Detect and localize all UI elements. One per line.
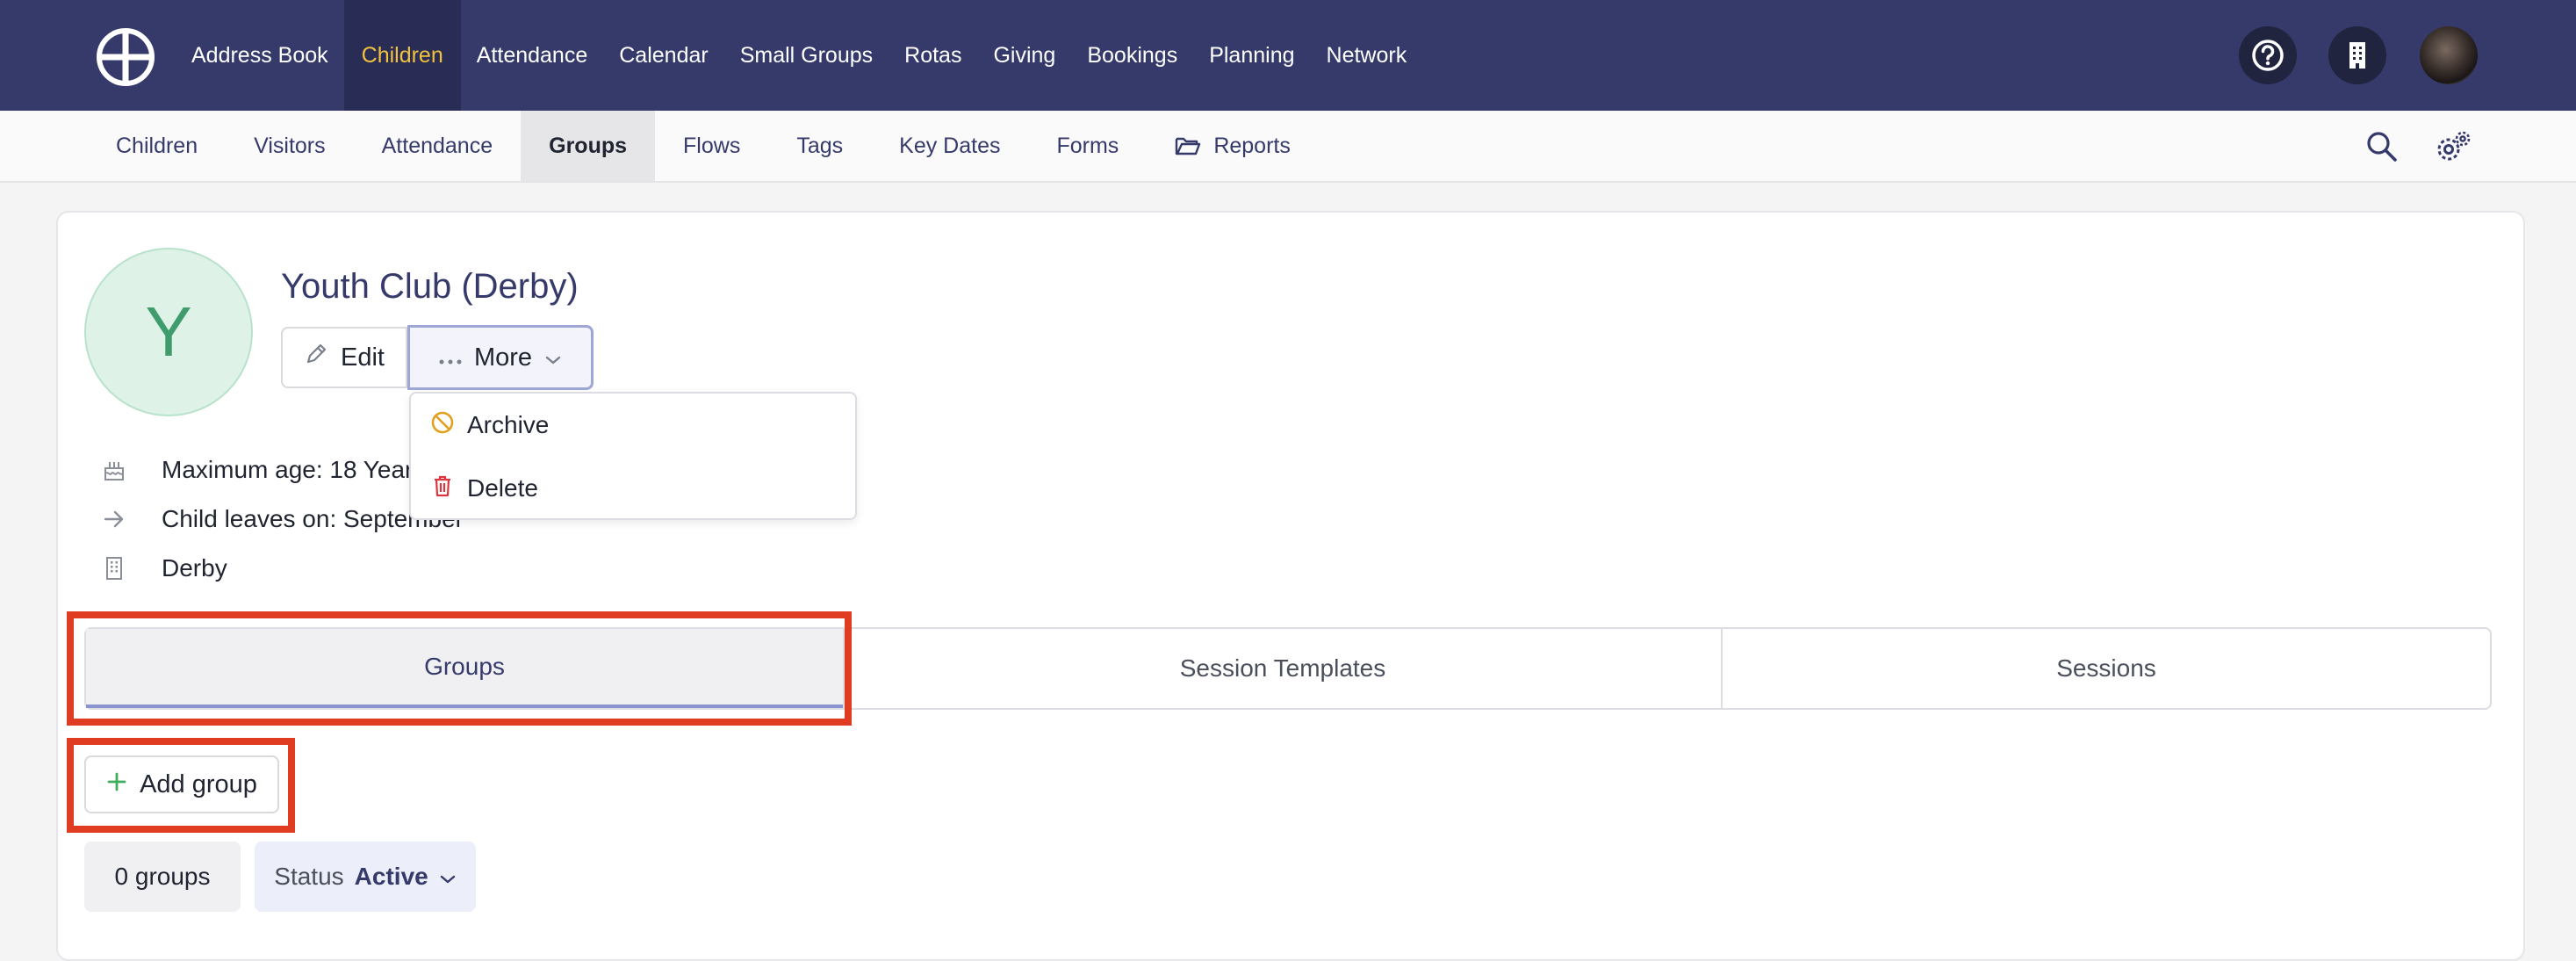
status-filter-label: Status — [274, 863, 344, 890]
topnav-network[interactable]: Network — [1311, 0, 1423, 111]
topnav-giving[interactable]: Giving — [977, 0, 1071, 111]
info-max-age: Maximum age: 18 Years — [97, 452, 425, 488]
topnav-rotas[interactable]: Rotas — [889, 0, 977, 111]
subnav-reports-label: Reports — [1213, 133, 1291, 158]
user-avatar[interactable] — [2420, 26, 2478, 84]
info-max-age-text: Maximum age: 18 Years — [162, 456, 426, 483]
menu-item-delete-label: Delete — [467, 474, 538, 502]
more-dropdown-menu: Archive Delete — [409, 392, 857, 520]
highlight-box-add-group — [67, 738, 295, 833]
search-icon[interactable] — [2365, 130, 2399, 163]
topnav-calendar[interactable]: Calendar — [603, 0, 723, 111]
building-icon[interactable] — [2328, 26, 2386, 84]
menu-item-archive-label: Archive — [467, 411, 550, 438]
chevron-down-icon — [544, 343, 562, 372]
topnav-children[interactable]: Children — [343, 0, 461, 111]
highlight-box-groups-tab — [67, 611, 852, 726]
topnav-planning[interactable]: Planning — [1193, 0, 1310, 111]
trash-icon — [430, 473, 455, 504]
subnav-groups[interactable]: Groups — [521, 111, 656, 181]
building-icon — [97, 556, 132, 581]
tab-sessions[interactable]: Sessions — [1721, 629, 2490, 708]
sub-navigation: Children Visitors Attendance Groups Flow… — [0, 111, 2576, 183]
topnav-small-groups[interactable]: Small Groups — [724, 0, 889, 111]
help-icon[interactable] — [2239, 26, 2297, 84]
top-navigation: Address Book Children Attendance Calenda… — [0, 0, 2576, 111]
info-location-text: Derby — [162, 554, 227, 582]
edit-label: Edit — [341, 343, 385, 372]
pencil-icon — [304, 342, 328, 373]
arrow-right-icon — [97, 509, 132, 530]
subnav-key-dates[interactable]: Key Dates — [871, 111, 1028, 181]
groups-count-badge: 0 groups — [84, 842, 241, 912]
subnav-children[interactable]: Children — [88, 111, 226, 181]
chevron-down-icon — [439, 863, 457, 891]
wheel-logo-icon[interactable] — [95, 26, 156, 88]
cake-icon — [97, 458, 132, 482]
group-avatar: Y — [84, 248, 253, 416]
subnav-forms[interactable]: Forms — [1028, 111, 1147, 181]
info-location: Derby — [97, 551, 227, 586]
tab-session-templates[interactable]: Session Templates — [843, 629, 1721, 708]
edit-button[interactable]: Edit — [281, 327, 407, 388]
settings-gears-icon[interactable] — [2434, 128, 2472, 167]
archive-ban-icon — [430, 410, 455, 441]
subnav-flows[interactable]: Flows — [655, 111, 768, 181]
more-label: More — [473, 343, 533, 372]
folder-open-icon — [1175, 135, 1201, 156]
menu-item-delete[interactable]: Delete — [430, 471, 538, 506]
more-button[interactable]: More — [407, 325, 594, 390]
ellipsis-icon — [439, 343, 462, 372]
topnav-attendance[interactable]: Attendance — [461, 0, 604, 111]
status-filter-value: Active — [354, 863, 428, 890]
topnav-address-book[interactable]: Address Book — [176, 0, 344, 111]
status-filter[interactable]: Status Active — [255, 842, 476, 912]
topnav-bookings[interactable]: Bookings — [1071, 0, 1193, 111]
subnav-visitors[interactable]: Visitors — [226, 111, 354, 181]
menu-item-archive[interactable]: Archive — [430, 408, 549, 443]
page-title: Youth Club (Derby) — [281, 267, 579, 306]
subnav-tags[interactable]: Tags — [768, 111, 871, 181]
subnav-attendance[interactable]: Attendance — [354, 111, 522, 181]
subnav-reports[interactable]: Reports — [1147, 111, 1319, 181]
